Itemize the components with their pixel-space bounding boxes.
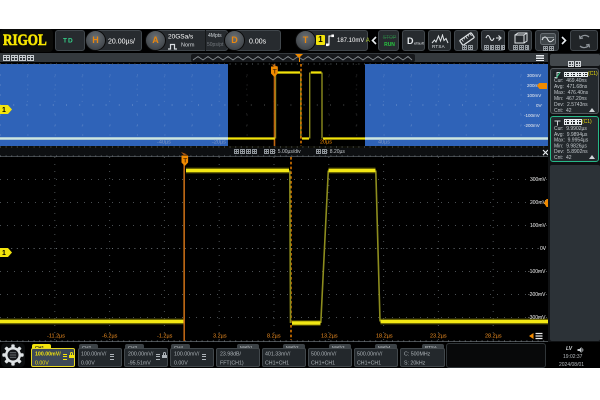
svg-text:T: T — [183, 158, 187, 165]
svg-text:1: 1 — [2, 107, 6, 114]
svg-text:T: T — [273, 69, 277, 76]
svg-text:1: 1 — [2, 250, 6, 257]
